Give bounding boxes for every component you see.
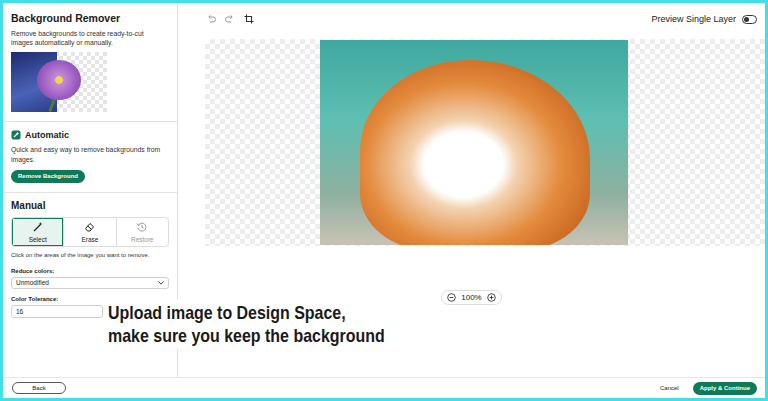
- footer-actions: Cancel Apply & Continue: [660, 382, 757, 395]
- crop-icon[interactable]: [244, 14, 254, 24]
- undo-icon[interactable]: [206, 14, 216, 24]
- tool-group: Select Erase Restore: [11, 217, 169, 247]
- caption-line: Upload image to Design Space,: [108, 301, 385, 324]
- reduce-colors-label: Reduce colors:: [11, 268, 169, 274]
- caption-overlay: Upload image to Design Space,make sure y…: [105, 300, 440, 348]
- caption-line: make sure you keep the background: [108, 324, 385, 347]
- zoom-in-icon[interactable]: [487, 293, 496, 302]
- tool-button[interactable]: Erase: [64, 218, 116, 246]
- restore-icon: [136, 221, 148, 233]
- tool-content: Restore: [131, 221, 154, 243]
- toolbar-icons: [206, 14, 254, 24]
- dropdown-value: Unmodified: [16, 279, 49, 286]
- zoom-control: 100%: [441, 290, 501, 305]
- flower-thumbnail: [11, 52, 107, 112]
- zoom-value: 100%: [461, 293, 481, 302]
- back-button[interactable]: Back: [12, 382, 66, 394]
- toolbar: Preview Single Layer: [178, 3, 765, 35]
- flower-petals: [37, 60, 81, 100]
- divider: [3, 192, 177, 193]
- erase-icon: [84, 221, 96, 233]
- zoom-out-icon[interactable]: [447, 293, 456, 302]
- tool-button[interactable]: Select: [12, 218, 64, 246]
- magic-icon: [11, 130, 21, 140]
- preview-toggle[interactable]: [742, 15, 757, 24]
- footer-bar: Back Cancel Apply & Continue: [3, 377, 765, 398]
- tool-label: Erase: [82, 236, 99, 243]
- preview-label: Preview Single Layer: [651, 14, 736, 24]
- canvas[interactable]: [205, 39, 765, 246]
- input-value: 16: [16, 308, 23, 315]
- divider: [3, 121, 177, 122]
- cancel-button[interactable]: Cancel: [660, 385, 679, 391]
- manual-title: Manual: [11, 200, 169, 211]
- manual-hint: Click on the areas of the image you want…: [11, 252, 169, 258]
- tool-label: Select: [29, 236, 47, 243]
- cat-figure: [360, 60, 590, 245]
- automatic-title: Automatic: [25, 130, 69, 140]
- redo-icon[interactable]: [225, 14, 235, 24]
- select-icon: [32, 221, 44, 233]
- tool-button: Restore: [117, 218, 168, 246]
- preview-single-layer[interactable]: Preview Single Layer: [651, 14, 757, 24]
- panel-title: Background Remover: [11, 12, 169, 24]
- tool-label: Restore: [131, 236, 154, 243]
- reduce-colors-dropdown[interactable]: Unmodified: [11, 277, 169, 289]
- background-remover-window: Background Remover Remove backgrounds to …: [0, 0, 768, 401]
- remove-background-button[interactable]: Remove Background: [11, 170, 85, 183]
- toggle-knob: [744, 17, 749, 22]
- cat-photo[interactable]: [320, 40, 628, 245]
- color-tolerance-input[interactable]: 16: [11, 305, 103, 318]
- tool-content: Select: [29, 221, 47, 243]
- automatic-description: Quick and easy way to remove backgrounds…: [11, 145, 161, 163]
- automatic-header: Automatic: [11, 130, 169, 140]
- apply-continue-button[interactable]: Apply & Continue: [693, 382, 757, 395]
- panel-description: Remove backgrounds to create ready-to-cu…: [11, 29, 161, 47]
- chevron-down-icon: [158, 281, 164, 285]
- tool-content: Erase: [82, 221, 99, 243]
